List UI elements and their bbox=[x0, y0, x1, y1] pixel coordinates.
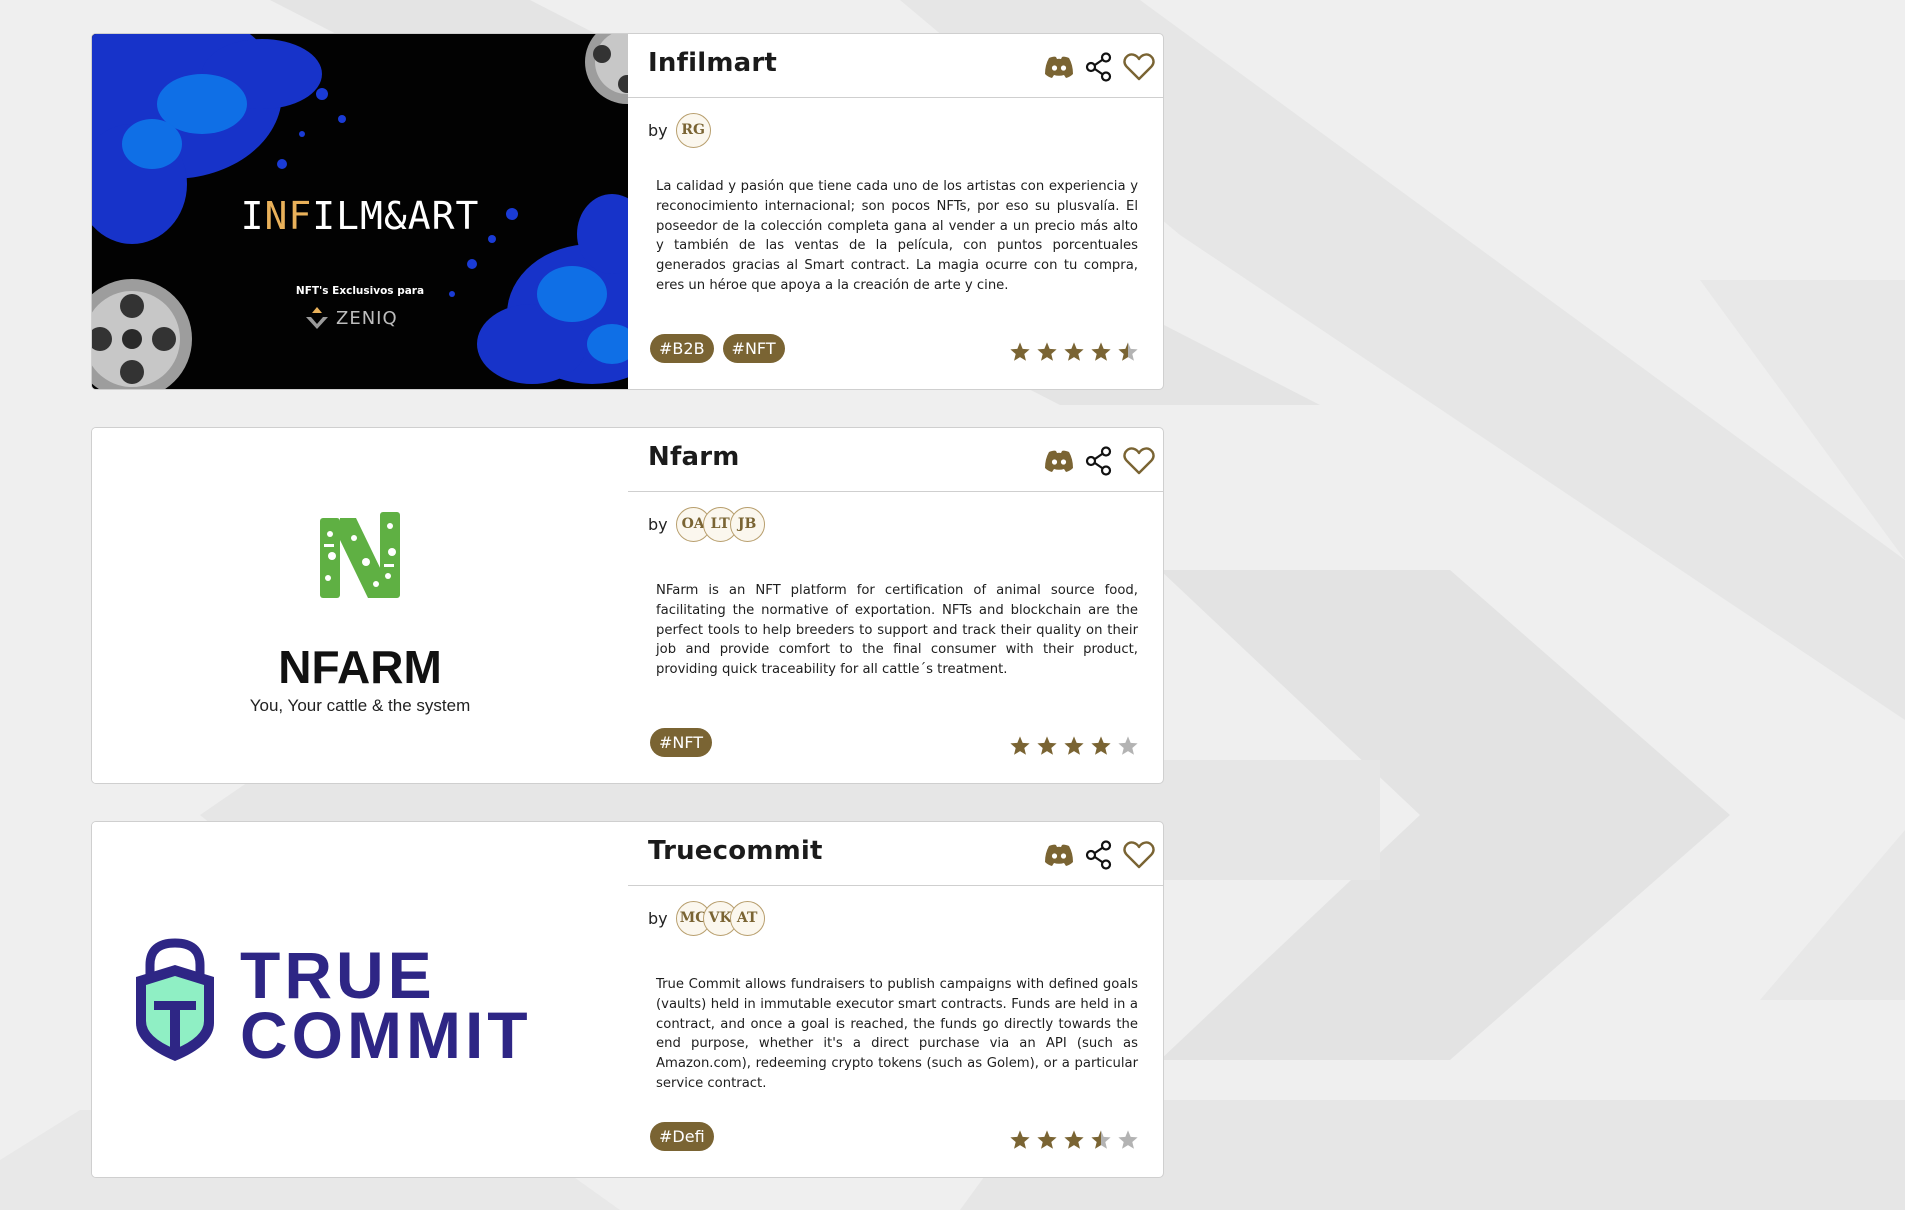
share-icon[interactable] bbox=[1083, 445, 1115, 477]
star-icon bbox=[1091, 342, 1111, 361]
tag[interactable]: #NFT bbox=[650, 728, 713, 757]
star-icon bbox=[1091, 1130, 1111, 1149]
project-description: NFarm is an NFT platform for certificati… bbox=[656, 583, 1138, 678]
by-label: by bbox=[648, 514, 668, 534]
author-avatars: MC VK AT bbox=[675, 900, 765, 936]
card-actions bbox=[1043, 444, 1155, 478]
share-icon[interactable] bbox=[1083, 839, 1115, 871]
tag-list: #B2B #NFT bbox=[650, 334, 785, 363]
star-icon bbox=[1118, 1130, 1138, 1149]
author-avatars: OA LT JB bbox=[675, 506, 765, 542]
star-icon bbox=[1037, 736, 1057, 755]
star-rating bbox=[1009, 735, 1139, 757]
tag-list: #Defi bbox=[650, 1122, 714, 1151]
project-image-infilmart[interactable]: INFILM&ART NFT's Exclusivos para ZENIQ bbox=[92, 34, 628, 389]
truecommit-logo-line2: COMMIT bbox=[240, 998, 532, 1072]
infilmart-subtitle: NFT's Exclusivos para bbox=[295, 285, 425, 297]
authors-row: by MC VK AT bbox=[648, 898, 765, 938]
nfarm-tagline: You, Your cattle & the system bbox=[249, 696, 471, 715]
heart-icon[interactable] bbox=[1123, 839, 1155, 871]
project-description: La calidad y pasión que tiene cada uno d… bbox=[656, 179, 1138, 293]
card-actions bbox=[1043, 50, 1155, 84]
card-body: Infilmart by RG La calidad y pasión que … bbox=[628, 34, 1163, 389]
star-rating bbox=[1009, 341, 1139, 363]
star-icon bbox=[1064, 342, 1084, 361]
star-icon bbox=[1064, 1130, 1084, 1149]
project-image-nfarm[interactable]: NFARM You, Your cattle & the system bbox=[92, 428, 628, 783]
card-header: Nfarm bbox=[628, 428, 1163, 492]
card-body: Nfarm by OA LT JB NFarm is an NFT platfo… bbox=[628, 428, 1163, 783]
author-avatar[interactable]: AT bbox=[729, 900, 765, 936]
star-icon bbox=[1037, 1130, 1057, 1149]
author-avatars: RG bbox=[675, 112, 711, 148]
nfarm-logo-icon bbox=[320, 512, 400, 598]
zeniq-icon bbox=[306, 307, 328, 329]
card-actions bbox=[1043, 838, 1155, 872]
project-description: True Commit allows fundraisers to publis… bbox=[656, 977, 1138, 1091]
authors-row: by OA LT JB bbox=[648, 504, 765, 544]
project-title[interactable]: Nfarm bbox=[648, 442, 740, 472]
card-header: Truecommit bbox=[628, 822, 1163, 886]
author-avatar[interactable]: JB bbox=[729, 506, 765, 542]
project-title[interactable]: Infilmart bbox=[648, 48, 777, 78]
tag[interactable]: #Defi bbox=[650, 1122, 714, 1151]
star-rating bbox=[1009, 1129, 1139, 1151]
share-icon[interactable] bbox=[1083, 51, 1115, 83]
discord-icon[interactable] bbox=[1043, 51, 1075, 83]
heart-icon[interactable] bbox=[1123, 51, 1155, 83]
project-card-infilmart[interactable]: INFILM&ART NFT's Exclusivos para ZENIQ I… bbox=[91, 33, 1164, 390]
card-header: Infilmart bbox=[628, 34, 1163, 98]
zeniq-logo: ZENIQ bbox=[304, 305, 398, 331]
by-label: by bbox=[648, 120, 668, 140]
project-card-truecommit[interactable]: TRUE COMMIT Truecommit by MC VK AT True … bbox=[91, 821, 1164, 1178]
authors-row: by RG bbox=[648, 110, 711, 150]
card-body: Truecommit by MC VK AT True Commit allow… bbox=[628, 822, 1163, 1177]
tag[interactable]: #B2B bbox=[650, 334, 714, 363]
tag-list: #NFT bbox=[650, 728, 713, 757]
project-card-nfarm[interactable]: NFARM You, Your cattle & the system Nfar… bbox=[91, 427, 1164, 784]
star-icon bbox=[1064, 736, 1084, 755]
star-icon bbox=[1037, 342, 1057, 361]
tag[interactable]: #NFT bbox=[722, 334, 785, 363]
project-image-truecommit[interactable]: TRUE COMMIT bbox=[92, 822, 628, 1177]
nfarm-logo-text: NFARM bbox=[278, 641, 442, 693]
star-icon bbox=[1118, 342, 1138, 361]
discord-icon[interactable] bbox=[1043, 445, 1075, 477]
star-icon bbox=[1091, 736, 1111, 755]
by-label: by bbox=[648, 908, 668, 928]
discord-icon[interactable] bbox=[1043, 839, 1075, 871]
star-icon bbox=[1010, 736, 1030, 755]
project-title[interactable]: Truecommit bbox=[648, 836, 823, 866]
star-icon bbox=[1118, 736, 1138, 755]
star-icon bbox=[1010, 342, 1030, 361]
heart-icon[interactable] bbox=[1123, 445, 1155, 477]
star-icon bbox=[1010, 1130, 1030, 1149]
author-avatar[interactable]: RG bbox=[675, 112, 711, 148]
truecommit-shield-icon bbox=[136, 938, 214, 1061]
infilmart-logo-text: INFILM&ART bbox=[240, 194, 480, 238]
